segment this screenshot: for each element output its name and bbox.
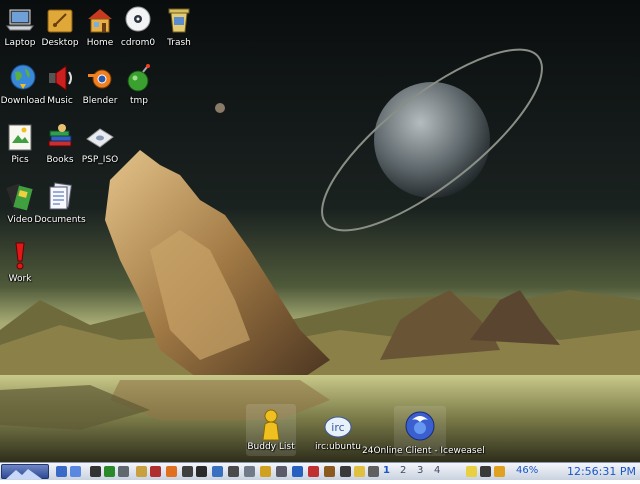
desktop-icon-trash[interactable]: Trash xyxy=(150,4,208,49)
virtual-desktop-1[interactable]: 1 xyxy=(383,465,390,476)
trash-icon xyxy=(168,8,190,33)
launcher-app-icon[interactable] xyxy=(354,466,365,477)
svg-text:irc: irc xyxy=(331,421,344,434)
iceweasel-icon xyxy=(405,411,435,441)
launcher-app-icon[interactable] xyxy=(292,466,303,477)
start-menu-button[interactable] xyxy=(1,464,49,479)
launcher-terminal-icon[interactable] xyxy=(90,466,101,477)
launcher-app-icon[interactable] xyxy=(104,466,115,477)
launcher-app-icon[interactable] xyxy=(196,466,207,477)
virtual-desktop-2[interactable]: 2 xyxy=(400,465,406,476)
launcher-file-manager-icon[interactable] xyxy=(56,466,67,477)
exclamation-icon xyxy=(15,242,25,270)
launcher-app-icon[interactable] xyxy=(150,466,161,477)
launcher-app-icon[interactable] xyxy=(308,466,319,477)
desktop-icon-psp-iso[interactable]: PSP_ISO xyxy=(71,121,129,166)
launcher-app-icon[interactable] xyxy=(244,466,255,477)
launcher-app-icon[interactable] xyxy=(228,466,239,477)
clock[interactable]: 12:56:31 PM xyxy=(567,465,636,478)
battery-status[interactable]: 46% xyxy=(516,465,538,476)
launcher-app-icon[interactable] xyxy=(136,466,147,477)
disc-icon xyxy=(86,128,114,148)
launcher-app-icon[interactable] xyxy=(368,466,379,477)
launcher-app-icon[interactable] xyxy=(212,466,223,477)
virtual-desktop-4[interactable]: 4 xyxy=(434,465,440,476)
launcher-app-icon[interactable] xyxy=(324,466,335,477)
irc-icon: irc xyxy=(324,416,352,438)
tray-lamp-icon[interactable] xyxy=(466,466,477,477)
launcher-app-icon[interactable] xyxy=(182,466,193,477)
dock-item-buddy-list[interactable]: Buddy List xyxy=(246,404,296,456)
launcher-app-icon[interactable] xyxy=(340,466,351,477)
launcher-app-icon[interactable] xyxy=(276,466,287,477)
launcher-app-icon[interactable] xyxy=(260,466,271,477)
desktop-icon-work[interactable]: Work xyxy=(0,240,49,285)
virtual-desktop-3[interactable]: 3 xyxy=(417,465,423,476)
launcher-app-icon[interactable] xyxy=(166,466,177,477)
launcher-settings-icon[interactable] xyxy=(70,466,81,477)
bomb-icon xyxy=(127,64,150,92)
tray-app-icon[interactable] xyxy=(494,466,505,477)
buddy-icon xyxy=(262,409,280,441)
desktop-icon-documents[interactable]: Documents xyxy=(31,181,89,226)
desktop-icon-tmp[interactable]: tmp xyxy=(110,62,168,107)
taskbar: 1 2 3 4 46% 12:56:31 PM xyxy=(0,462,640,480)
dock-item-irc-ubuntu[interactable]: irc irc:ubuntu xyxy=(314,412,362,456)
document-icon xyxy=(49,182,73,210)
tray-user-icon[interactable] xyxy=(480,466,491,477)
dock-item-iceweasel[interactable]: 24Online Client - Iceweasel xyxy=(362,406,485,456)
mountain-logo-icon xyxy=(6,469,42,479)
launcher-app-icon[interactable] xyxy=(118,466,129,477)
